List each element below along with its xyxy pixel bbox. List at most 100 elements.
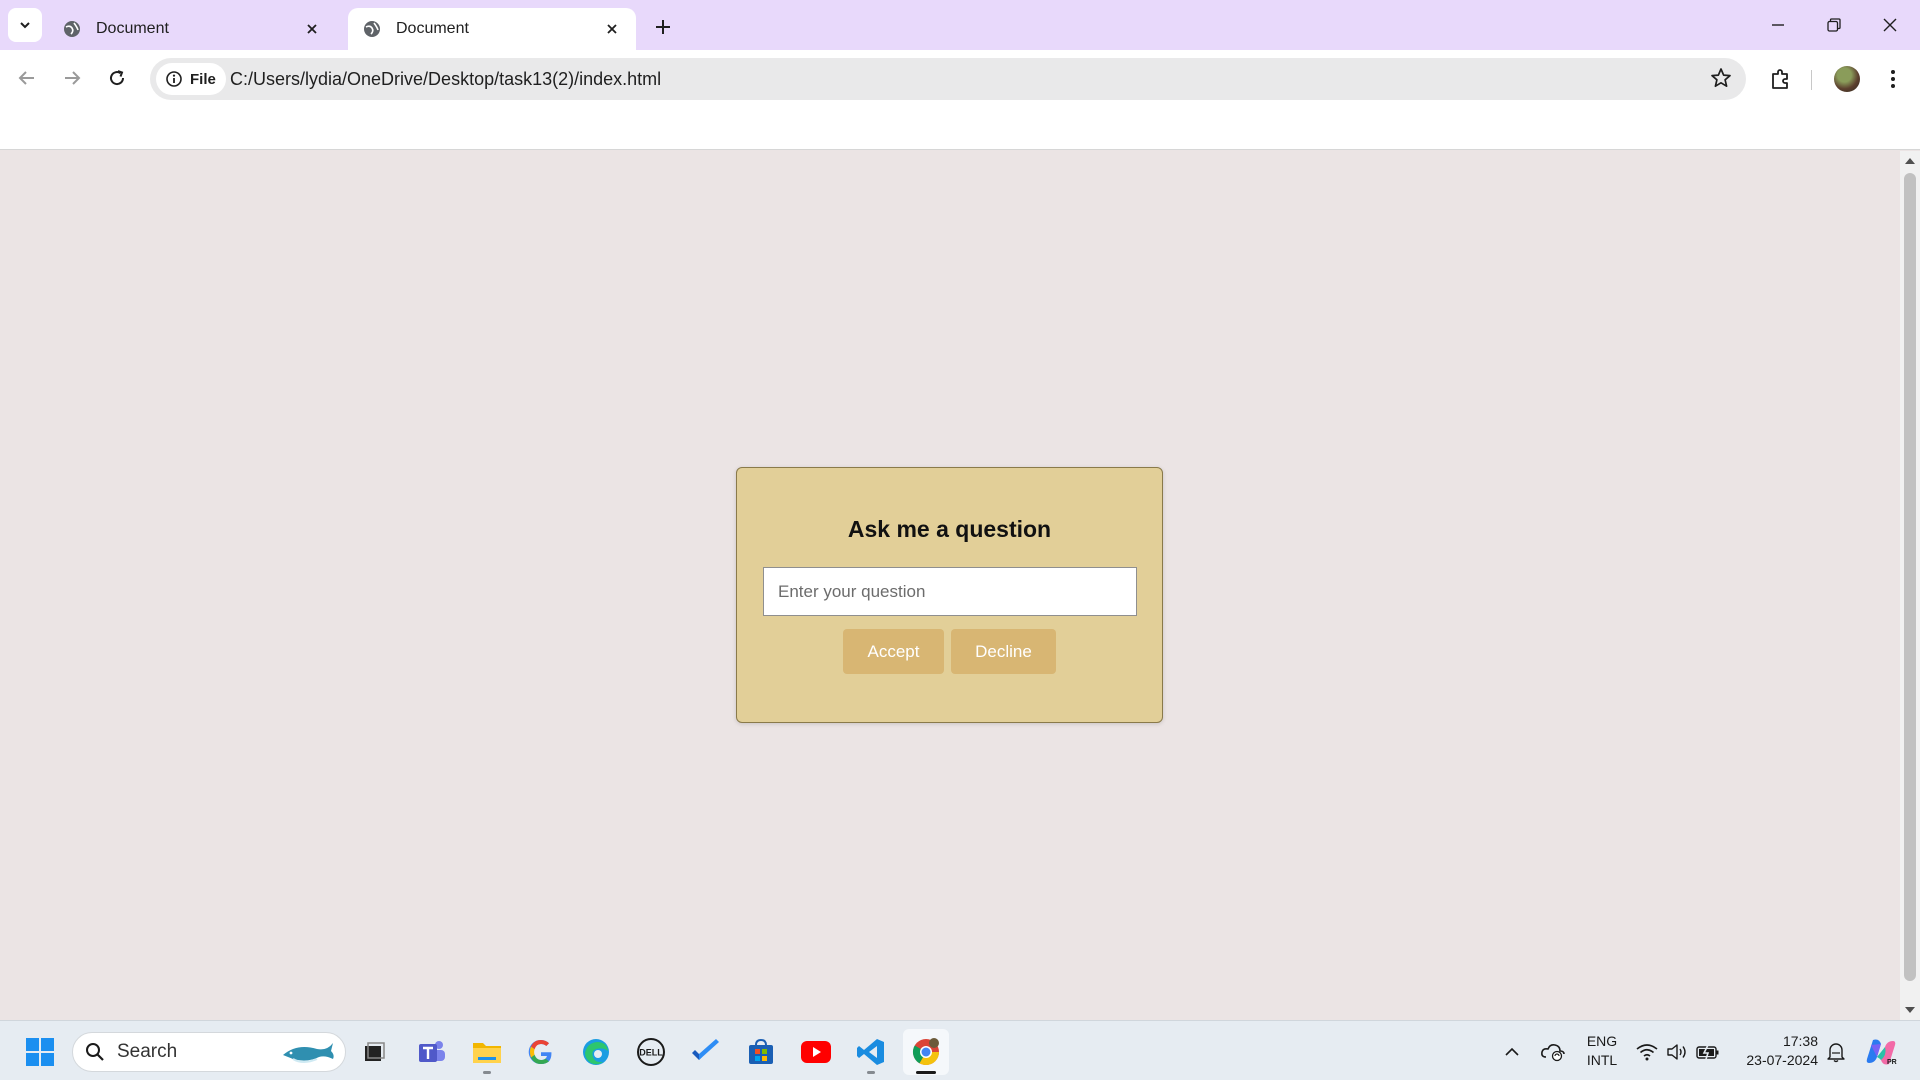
close-window-button[interactable] [1862,0,1918,50]
browser-tab-strip: Document Document [0,0,1920,50]
file-explorer-button[interactable] [464,1029,510,1075]
battery-charging-icon [1696,1044,1719,1060]
forward-arrow-icon [65,71,81,85]
store-button[interactable] [738,1029,784,1075]
question-input[interactable] [763,567,1137,616]
running-indicator [916,1071,936,1074]
dell-button[interactable]: DELL [628,1029,674,1075]
dell-icon: DELL [637,1038,665,1066]
minimize-button[interactable] [1750,0,1806,50]
menu-button[interactable] [1876,62,1910,96]
clock-date: 23-07-2024 [1746,1052,1818,1068]
chevron-up-icon [1505,1047,1519,1056]
tab-search-button[interactable] [8,8,42,42]
onedrive-sync-icon [1541,1044,1565,1062]
search-label: Search [117,1041,178,1062]
restore-icon [1827,18,1841,32]
close-tab-icon[interactable] [302,19,322,39]
start-button[interactable] [17,1029,63,1075]
tab-document-1[interactable]: Document [48,8,336,50]
profile-button[interactable] [1830,62,1864,96]
plus-icon [656,20,670,34]
vscode-icon [857,1039,884,1065]
store-icon [749,1038,773,1064]
scroll-up-arrow-icon[interactable] [1905,157,1915,165]
more-vertical-icon [1891,70,1895,88]
svg-text:PRE: PRE [1887,1059,1897,1066]
search-icon [86,1043,104,1061]
forward-button[interactable] [56,62,88,94]
tab-title: Document [96,20,169,37]
copilot-button[interactable]: PRE [1862,1029,1900,1075]
chevron-down-icon [20,22,30,29]
clock-time: 17:38 [1782,1033,1818,1049]
notification-button[interactable] [1824,1029,1848,1075]
scroll-down-arrow-icon[interactable] [1905,1006,1915,1014]
avatar [1834,66,1860,92]
battery-button[interactable] [1694,1029,1722,1075]
tab-title: Document [396,20,469,37]
address-bar[interactable]: File C:/Users/lydia/OneDrive/Desktop/tas… [150,58,1746,100]
extensions-button[interactable] [1764,62,1798,96]
youtube-icon [801,1041,831,1063]
whale-icon [283,1043,334,1063]
start-icon [26,1038,54,1066]
todo-icon [692,1039,719,1060]
windows-taskbar: Search DELL ENG INTL 17:38 23-07-2024 PR [0,1020,1920,1080]
speaker-icon [1667,1044,1686,1060]
notification-bell-icon [1827,1043,1845,1063]
scheme-label: File [190,70,216,88]
reload-icon [110,70,125,86]
file-explorer-icon [473,1043,501,1063]
minimize-icon [1772,24,1784,26]
chrome-button[interactable] [903,1029,949,1075]
onedrive-button[interactable] [1538,1029,1568,1075]
back-button[interactable] [11,62,43,94]
language-indicator[interactable]: ENG INTL [1580,1032,1624,1070]
keyboard-layout: INTL [1586,1052,1618,1068]
tab-document-2[interactable]: Document [348,8,636,50]
todo-button[interactable] [683,1029,729,1075]
globe-icon [64,21,80,37]
close-icon [1883,18,1897,32]
svg-text:DELL: DELL [639,1048,663,1058]
clock[interactable]: 17:38 23-07-2024 [1734,1032,1818,1070]
bookmark-star-icon[interactable] [1710,67,1732,94]
globe-icon [364,21,380,37]
running-indicator [483,1071,491,1074]
scrollbar-thumb[interactable] [1904,173,1916,981]
chrome-icon [912,1038,940,1066]
toolbar-divider [1811,70,1812,90]
puzzle-icon [1772,69,1788,89]
card-heading: Ask me a question [847,516,1052,542]
taskbar-search[interactable]: Search [72,1032,346,1072]
accept-button[interactable]: Accept [843,629,944,674]
decline-button[interactable]: Decline [951,629,1056,674]
new-tab-button[interactable] [648,12,678,42]
restore-button[interactable] [1806,0,1862,50]
teams-icon [419,1041,445,1062]
site-info-chip[interactable]: File [156,63,226,95]
reload-button[interactable] [101,62,133,94]
show-hidden-icons-button[interactable] [1500,1029,1524,1075]
vscode-button[interactable] [848,1029,894,1075]
question-card: Ask me a question Accept Decline [736,467,1163,723]
wifi-button[interactable] [1634,1029,1660,1075]
edge-icon [583,1039,609,1065]
vertical-scrollbar[interactable] [1900,151,1920,1020]
teams-button[interactable] [409,1029,455,1075]
google-button[interactable] [518,1029,564,1075]
close-tab-icon[interactable] [602,19,622,39]
wifi-icon [1636,1044,1658,1061]
browser-toolbar: File C:/Users/lydia/OneDrive/Desktop/tas… [0,50,1920,150]
edge-button[interactable] [573,1029,619,1075]
google-icon [528,1040,552,1065]
volume-button[interactable] [1664,1029,1690,1075]
info-icon [166,71,182,87]
task-view-button[interactable] [351,1029,397,1075]
task-view-icon [365,1042,385,1061]
youtube-button[interactable] [793,1029,839,1075]
back-arrow-icon [18,71,34,85]
url-text[interactable]: C:/Users/lydia/OneDrive/Desktop/task13(2… [230,69,661,90]
language-code: ENG [1586,1033,1618,1049]
